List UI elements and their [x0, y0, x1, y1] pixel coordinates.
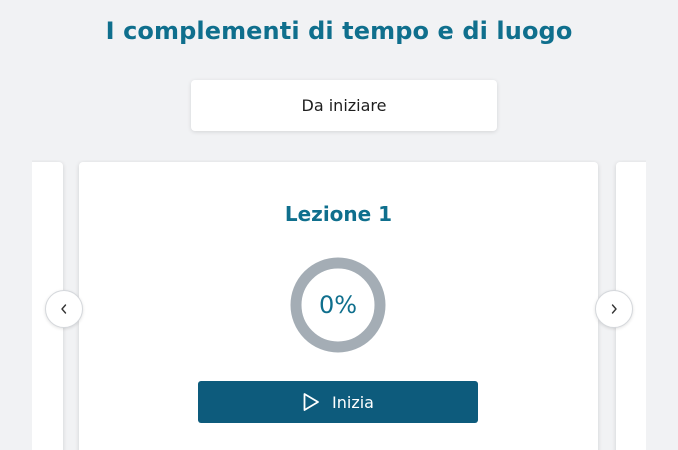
chevron-left-icon	[59, 300, 69, 319]
lesson-carousel: Lezione 1 0% Inizia	[32, 160, 646, 450]
start-lesson-label: Inizia	[332, 392, 374, 412]
page-title: I complementi di tempo e di luogo	[105, 17, 573, 45]
progress-percentage: 0%	[318, 291, 358, 319]
carousel-prev-button[interactable]	[45, 290, 83, 328]
start-lesson-button[interactable]: Inizia	[198, 381, 478, 423]
status-filter[interactable]: Da iniziare	[191, 80, 497, 131]
carousel-next-button[interactable]	[595, 290, 633, 328]
chevron-right-icon	[609, 300, 619, 319]
progress-ring: 0%	[290, 257, 386, 353]
status-label: Da iniziare	[301, 96, 387, 115]
lesson-title: Lezione 1	[284, 202, 393, 226]
play-icon	[302, 392, 320, 412]
lesson-card: Lezione 1 0% Inizia	[79, 162, 598, 450]
